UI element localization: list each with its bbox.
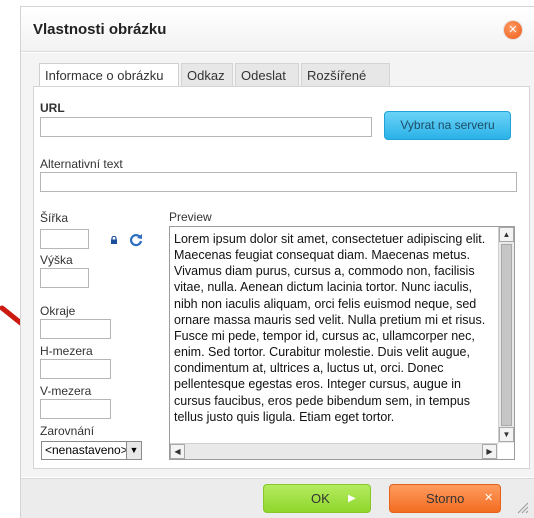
align-label: Zarovnání [40,424,95,438]
alt-text-label: Alternativní text [40,157,123,171]
width-label: Šířka [40,211,69,225]
vspace-input[interactable] [40,399,111,419]
dialog-title: Vlastnosti obrázku [33,21,167,38]
scroll-right-icon[interactable]: ▶ [482,444,497,459]
arrow-right-icon: ▶ [348,493,356,504]
scroll-down-icon[interactable]: ▼ [499,427,514,442]
width-input[interactable] [40,229,89,249]
scroll-up-icon[interactable]: ▲ [499,227,514,242]
preview-box: Lorem ipsum dolor sit amet, consectetuer… [169,226,515,460]
browse-server-button[interactable]: Vybrat na serveru [384,111,511,140]
reset-size-icon[interactable] [129,233,143,247]
url-label: URL [40,101,65,115]
height-input[interactable] [40,268,89,288]
preview-text: Lorem ipsum dolor sit amet, consectetuer… [174,232,486,424]
preview-vertical-scrollbar[interactable]: ▲ ▼ [498,227,514,443]
tab-image-info[interactable]: Informace o obrázku [39,63,179,86]
ok-button-label: OK [311,491,330,506]
height-label: Výška [40,253,73,267]
cancel-button[interactable]: Storno ✕ [389,484,501,513]
tab-upload[interactable]: Odeslat [235,63,299,86]
cancel-button-label: Storno [426,491,465,506]
border-label: Okraje [40,304,76,318]
tab-link[interactable]: Odkaz [181,63,233,86]
scroll-left-icon[interactable]: ◀ [170,444,185,459]
resize-grip-icon[interactable] [515,500,529,514]
align-select[interactable]: <nenastaveno> ▼ [41,441,142,460]
scroll-thumb[interactable] [501,244,512,426]
lock-icon[interactable] [110,236,118,244]
ok-button[interactable]: OK ▶ [263,484,371,513]
preview-horizontal-scrollbar[interactable]: ◀ ▶ [170,443,498,459]
vspace-label: V-mezera [40,384,92,398]
hspace-label: H-mezera [40,344,93,358]
url-input[interactable] [40,117,372,137]
alt-text-input[interactable] [40,172,517,192]
align-select-value: <nenastaveno> [45,443,128,457]
close-icon: ✕ [484,492,494,504]
preview-label: Preview [169,210,212,224]
border-input[interactable] [40,319,111,339]
hspace-input[interactable] [40,359,111,379]
close-icon[interactable]: ✕ [504,21,522,39]
chevron-down-icon[interactable]: ▼ [126,442,141,459]
tab-advanced[interactable]: Rozšířené [301,63,390,86]
